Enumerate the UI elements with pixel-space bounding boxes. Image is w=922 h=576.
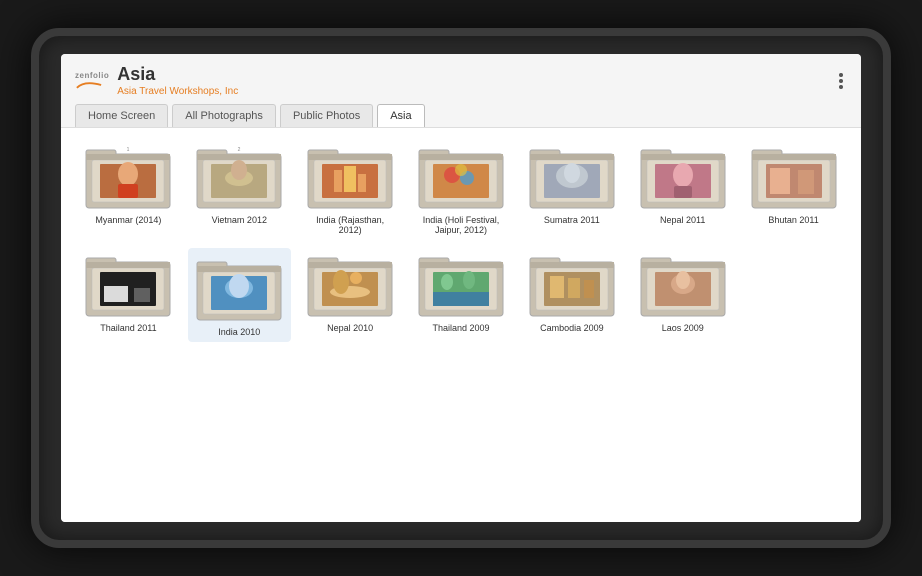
folder-icon: 2 [195,140,283,212]
folder-icon [528,140,616,212]
list-item[interactable]: Bhutan 2011 [742,140,845,237]
folder-icon [306,140,394,212]
tablet-screen: zenfolio Asia Asia Travel Workshops, Inc [61,54,861,522]
folder-label: India 2010 [218,327,260,338]
tablet-frame: zenfolio Asia Asia Travel Workshops, Inc [31,28,891,548]
list-item[interactable]: India (Rajasthan, 2012) [299,140,402,237]
list-item[interactable]: 1 Myanmar (2014) [77,140,180,237]
tab-home[interactable]: Home Screen [75,104,168,127]
folder-label: Sumatra 2011 [544,215,600,226]
list-item[interactable]: Laos 2009 [631,248,734,342]
svg-text:1: 1 [127,147,130,153]
more-dot-1 [839,73,843,77]
folder-icon [306,248,394,320]
folder-icon: 1 [84,140,172,212]
folder-icon [639,140,727,212]
more-dot-2 [839,79,843,83]
folder-label: Nepal 2011 [660,215,705,226]
folder-icon [750,140,838,212]
list-item[interactable]: India 2010 [188,248,291,342]
title-group: Asia Asia Travel Workshops, Inc [117,64,238,98]
folder-icon [417,140,505,212]
nav-tabs: Home Screen All Photographs Public Photo… [75,104,847,127]
tab-public[interactable]: Public Photos [280,104,373,127]
folder-label: Laos 2009 [662,323,704,334]
list-item[interactable]: Thailand 2009 [410,248,513,342]
folder-label: Vietnam 2012 [212,215,267,226]
folder-label: Cambodia 2009 [540,323,604,334]
tab-asia[interactable]: Asia [377,104,424,127]
folder-label: India (Holi Festival, Jaipur, 2012) [416,215,506,237]
list-item[interactable]: Nepal 2010 [299,248,402,342]
header-left: zenfolio Asia Asia Travel Workshops, Inc [75,64,238,98]
folder-icon [417,248,505,320]
folder-label: Nepal 2010 [327,323,373,334]
page-title: Asia [117,64,238,86]
list-item[interactable]: 2 Vietnam 2012 [188,140,291,237]
folder-icon [639,248,727,320]
folder-label: Thailand 2009 [432,323,489,334]
list-item[interactable]: Nepal 2011 [631,140,734,237]
more-dot-3 [839,85,843,89]
zenfolio-logo: zenfolio [75,71,109,90]
zenfolio-brand: zenfolio [75,71,109,80]
folder-label: India (Rajasthan, 2012) [305,215,395,237]
svg-text:2: 2 [238,147,241,153]
folders-row-2: Thailand 2011 India 2010 [77,248,845,342]
more-menu-button[interactable] [835,69,847,93]
list-item[interactable]: India (Holi Festival, Jaipur, 2012) [410,140,513,237]
folder-icon [84,248,172,320]
list-item[interactable]: Thailand 2011 [77,248,180,342]
folder-label: Thailand 2011 [100,323,156,334]
tab-photographs[interactable]: All Photographs [172,104,276,127]
list-item[interactable]: Cambodia 2009 [520,248,623,342]
list-item[interactable]: Sumatra 2011 [520,140,623,237]
empty-slot [742,248,845,342]
folder-label: Myanmar (2014) [95,215,161,226]
header: zenfolio Asia Asia Travel Workshops, Inc [61,54,861,128]
folder-label: Bhutan 2011 [768,215,818,226]
zenfolio-swoosh-icon [75,80,103,90]
folder-icon [195,252,283,324]
folders-row-1: 1 Myanmar (2014) [77,140,845,237]
folder-icon [528,248,616,320]
page-subtitle: Asia Travel Workshops, Inc [117,86,238,98]
content-area: 1 Myanmar (2014) [61,128,861,522]
